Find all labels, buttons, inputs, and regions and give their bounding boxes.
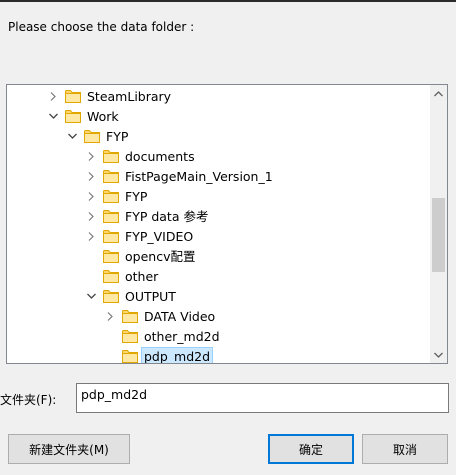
tree-item[interactable]: opencv配置 — [85, 246, 197, 266]
tree-item[interactable]: FYP data 参考 — [85, 206, 210, 226]
chevron-right-icon[interactable] — [85, 226, 97, 246]
folder-icon — [103, 249, 119, 263]
scrollbar-thumb[interactable] — [432, 198, 445, 272]
tree-item-label: FYP_VIDEO — [125, 228, 194, 244]
tree-item-label: DATA Video — [144, 308, 216, 324]
folder-icon — [103, 169, 119, 183]
tree-item-label: FYP data 参考 — [125, 208, 209, 224]
chevron-right-icon[interactable] — [85, 186, 97, 206]
tree-item-label: other_md2d — [144, 328, 220, 344]
tree-item-label: opencv配置 — [125, 248, 196, 264]
folder-tree[interactable]: SteamLibrary Work FYP documents FistPageMain… — [6, 84, 448, 364]
tree-item-label: FistPageMain_Version_1 — [125, 168, 273, 184]
tree-item[interactable]: FistPageMain_Version_1 — [85, 166, 275, 186]
folder-icon — [103, 189, 119, 203]
new-folder-button[interactable]: 新建文件夹(M) — [8, 434, 130, 464]
folder-icon — [122, 309, 138, 323]
tree-item-label: documents — [125, 148, 195, 164]
chevron-down-icon[interactable] — [66, 126, 78, 146]
folder-icon — [65, 109, 81, 123]
folder-icon — [103, 209, 119, 223]
tree-item[interactable]: FYP_VIDEO — [85, 226, 195, 246]
tree-item[interactable]: documents — [85, 146, 197, 166]
cancel-button[interactable]: 取消 — [362, 434, 448, 464]
tree-item[interactable]: pdp_md2d — [104, 346, 214, 363]
tree-item-label: pdp_md2d — [140, 346, 214, 363]
tree-item-label: other — [125, 268, 159, 284]
tree-item[interactable]: FYP — [85, 186, 149, 206]
chevron-right-icon[interactable] — [85, 206, 97, 226]
folder-icon — [65, 89, 81, 103]
scroll-down-icon[interactable] — [430, 346, 447, 363]
tree-item-label: Work — [87, 108, 119, 124]
dialog-prompt: Please choose the data folder : — [8, 20, 195, 34]
folder-tree-viewport: SteamLibrary Work FYP documents FistPageMain… — [7, 85, 431, 363]
tree-item-label: OUTPUT — [125, 288, 176, 304]
tree-item[interactable]: SteamLibrary — [47, 86, 173, 106]
tree-item[interactable]: OUTPUT — [85, 286, 178, 306]
chevron-right-icon[interactable] — [85, 166, 97, 186]
folder-name-input[interactable] — [76, 383, 449, 413]
chevron-down-icon[interactable] — [47, 106, 59, 126]
folder-icon — [103, 269, 119, 283]
folder-icon — [103, 289, 119, 303]
tree-item[interactable]: FYP — [66, 126, 130, 146]
tree-item-label: FYP — [125, 188, 148, 204]
folder-icon — [103, 149, 119, 163]
tree-item[interactable]: other — [85, 266, 160, 286]
window-top-border — [0, 0, 456, 2]
scroll-up-icon[interactable] — [430, 85, 447, 102]
chevron-right-icon[interactable] — [104, 306, 116, 326]
folder-icon — [122, 329, 138, 343]
folder-field-label: 文件夹(F): — [0, 393, 57, 407]
folder-icon — [84, 129, 100, 143]
tree-item[interactable]: DATA Video — [104, 306, 217, 326]
tree-item[interactable]: other_md2d — [104, 326, 222, 346]
chevron-right-icon[interactable] — [47, 86, 59, 106]
tree-item-label: SteamLibrary — [87, 88, 172, 104]
ok-button[interactable]: 确定 — [268, 434, 354, 464]
vertical-scrollbar[interactable] — [430, 85, 447, 363]
folder-icon — [122, 349, 138, 363]
folder-icon — [103, 229, 119, 243]
tree-item[interactable]: Work — [47, 106, 121, 126]
chevron-down-icon[interactable] — [85, 286, 97, 306]
chevron-right-icon[interactable] — [85, 146, 97, 166]
tree-item-label: FYP — [106, 128, 129, 144]
